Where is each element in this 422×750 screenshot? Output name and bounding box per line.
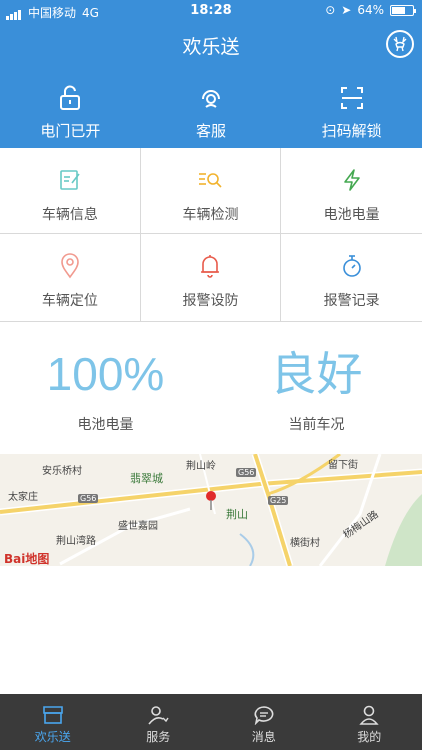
vehicle-location-button[interactable]: 车辆定位 (0, 234, 141, 322)
map-label: 荆山 (226, 508, 248, 521)
condition-stat: 良好 当前车况 (211, 322, 422, 454)
map-label: 翡翠城 (130, 472, 163, 485)
map-road-badge: G25 (268, 496, 289, 505)
store-icon (0, 704, 106, 726)
scan-unlock-button[interactable]: 扫码解锁 (281, 82, 422, 141)
deer-logo-icon[interactable] (386, 30, 414, 58)
stopwatch-icon (340, 252, 364, 280)
location-pin-icon (58, 252, 82, 280)
map-label: 荆山湾路 (56, 536, 96, 547)
rotation-lock-icon: ⊙ (325, 3, 336, 17)
battery-stat: 100% 电池电量 (0, 322, 211, 454)
customer-service-label: 客服 (196, 122, 227, 140)
map-label: 横街村 (290, 538, 320, 549)
tab-home[interactable]: 欢乐送 (0, 694, 106, 750)
tab-messages-label: 消息 (251, 730, 276, 744)
page-title: 欢乐送 (182, 36, 240, 58)
customer-service-button[interactable]: 客服 (141, 82, 282, 141)
alarm-records-button[interactable]: 报警记录 (281, 234, 422, 322)
door-open-label: 电门已开 (40, 122, 101, 140)
alarm-records-label: 报警记录 (323, 293, 380, 309)
vehicle-info-label: 车辆信息 (41, 207, 98, 223)
tab-service[interactable]: 服务 (106, 694, 212, 750)
map-road-badge: G56 (236, 468, 257, 477)
status-summary: 100% 电池电量 良好 当前车况 (0, 322, 422, 454)
condition-caption: 当前车况 (288, 417, 345, 433)
battery-value: 100% (46, 348, 165, 400)
person-icon (317, 704, 422, 726)
battery-level-button[interactable]: 电池电量 (281, 148, 422, 234)
unlock-icon (0, 82, 141, 114)
map-label: 安乐桥村 (42, 466, 82, 477)
vehicle-location-label: 车辆定位 (41, 293, 98, 309)
customer-service-icon (141, 82, 282, 114)
bell-icon (198, 252, 222, 280)
alarm-arm-button[interactable]: 报警设防 (141, 234, 282, 322)
door-open-button[interactable]: 电门已开 (0, 82, 141, 141)
app-header: 中国移动 4G 18:28 ⊙ ➤ 64% 欢乐送 电门已开 客服 扫码解锁 (0, 0, 422, 148)
location-arrow-icon: ➤ (341, 3, 352, 17)
battery-icon (390, 4, 416, 16)
scan-icon (281, 82, 422, 114)
map-label: 留下街 (328, 460, 358, 471)
chat-bubble-icon (211, 704, 317, 726)
baidu-map-logo: Bai地图 (4, 552, 50, 566)
map-road-badge: G56 (78, 494, 99, 503)
map-label: 荆山岭 (186, 461, 216, 472)
tab-home-label: 欢乐送 (34, 730, 71, 744)
edit-doc-icon (58, 166, 82, 194)
user-heart-icon (106, 704, 212, 726)
map-label: 太家庄 (8, 492, 38, 503)
tab-messages[interactable]: 消息 (211, 694, 317, 750)
vehicle-check-label: 车辆检测 (182, 207, 239, 223)
battery-percent: 64% (357, 3, 384, 17)
status-bar: 中国移动 4G 18:28 ⊙ ➤ 64% (0, 0, 422, 22)
battery-caption: 电池电量 (77, 417, 134, 433)
tab-profile[interactable]: 我的 (317, 694, 422, 750)
map-pin-icon (206, 491, 216, 510)
feature-grid: 车辆信息 车辆检测 电池电量 车辆定位 报警设防 报警记录 (0, 148, 422, 322)
location-map[interactable]: 荆山岭 留下街 安乐桥村 翡翠城 太家庄 荆山 盛世嘉园 荆山湾路 横街村 杨梅… (0, 454, 422, 566)
condition-value: 良好 (270, 348, 363, 400)
tab-bar: 欢乐送 服务 消息 我的 (0, 694, 422, 750)
tab-service-label: 服务 (146, 730, 171, 744)
battery-level-label: 电池电量 (323, 207, 380, 223)
vehicle-info-button[interactable]: 车辆信息 (0, 148, 141, 234)
lightning-icon (340, 166, 364, 194)
vehicle-check-button[interactable]: 车辆检测 (140, 148, 282, 234)
tab-profile-label: 我的 (357, 730, 382, 744)
map-label: 盛世嘉园 (118, 521, 158, 532)
scan-unlock-label: 扫码解锁 (321, 122, 382, 140)
alarm-arm-label: 报警设防 (182, 293, 239, 309)
search-list-icon (197, 166, 223, 194)
